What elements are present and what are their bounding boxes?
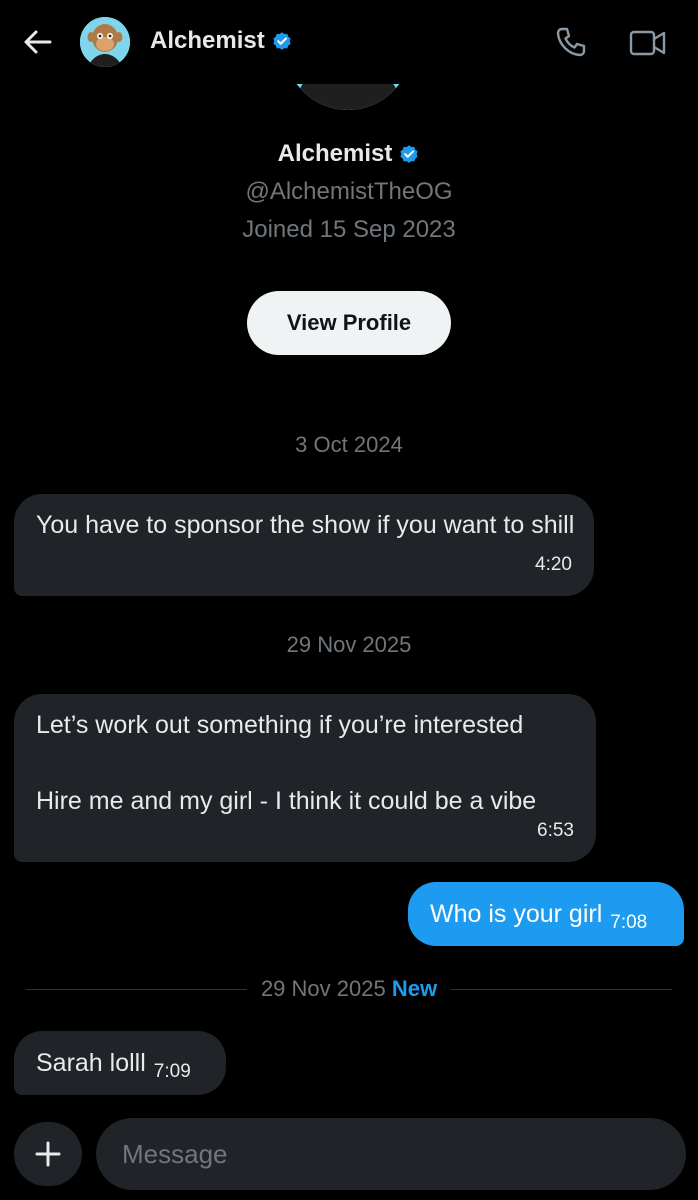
verified-badge-icon [400, 145, 418, 163]
date-separator-label: 29 Nov 2025 New [261, 976, 437, 1002]
conversation-header: Alchemist [0, 0, 698, 84]
divider [451, 988, 673, 990]
new-badge: New [391, 976, 438, 1001]
message-time: 4:20 [535, 554, 572, 575]
message-time: 7:09 [153, 1061, 191, 1082]
header-avatar[interactable] [80, 17, 130, 67]
message-text: You have to sponsor the show if you want… [36, 511, 575, 539]
video-call-button[interactable] [628, 26, 668, 60]
header-title[interactable]: Alchemist [150, 27, 293, 55]
message-text: Who is your girl [430, 900, 603, 928]
profile-name-text: Alchemist [277, 140, 393, 167]
outgoing-message-bubble[interactable]: Who is your girl 7:08 [408, 882, 684, 946]
profile-joined-date: Joined 15 Sep 2023 [242, 216, 456, 243]
profile-name: Alchemist [278, 140, 421, 168]
profile-info: Alchemist @AlchemistTheOG Joined 15 Sep … [0, 140, 698, 244]
dm-screen: Alchemist Alchemist @AlchemistTheOG Join… [0, 0, 698, 1200]
divider [26, 988, 247, 990]
ape-avatar-icon [80, 17, 130, 67]
new-messages-separator: 29 Nov 2025 New [26, 975, 673, 1003]
phone-icon [556, 27, 586, 57]
incoming-message-bubble[interactable]: Let’s work out something if you’re inter… [14, 694, 596, 862]
profile-handle: @AlchemistTheOG [245, 178, 453, 205]
back-button[interactable] [20, 24, 56, 60]
verified-badge-icon [273, 32, 291, 50]
plus-icon [35, 1141, 61, 1167]
video-camera-icon [629, 30, 666, 56]
message-time: 7:08 [610, 912, 648, 933]
call-button[interactable] [553, 24, 589, 60]
incoming-message-bubble[interactable]: You have to sponsor the show if you want… [14, 494, 594, 596]
incoming-message-bubble[interactable]: Sarah lolll 7:09 [14, 1031, 226, 1095]
date-separator: 29 Nov 2025 [286, 632, 412, 657]
view-profile-button[interactable]: View Profile [247, 291, 451, 355]
message-text: Sarah lolll [36, 1049, 146, 1077]
arrow-left-icon [24, 30, 52, 54]
date-separator: 29 Nov 2025 [260, 976, 386, 1001]
date-separator: 3 Oct 2024 [295, 432, 403, 457]
message-input[interactable] [96, 1118, 686, 1190]
message-time: 6:53 [537, 820, 574, 841]
add-attachment-button[interactable] [14, 1122, 82, 1186]
header-name-text: Alchemist [150, 27, 265, 54]
message-text: Hire me and my girl - I think it could b… [36, 787, 537, 815]
message-text: Let’s work out something if you’re inter… [36, 711, 524, 739]
